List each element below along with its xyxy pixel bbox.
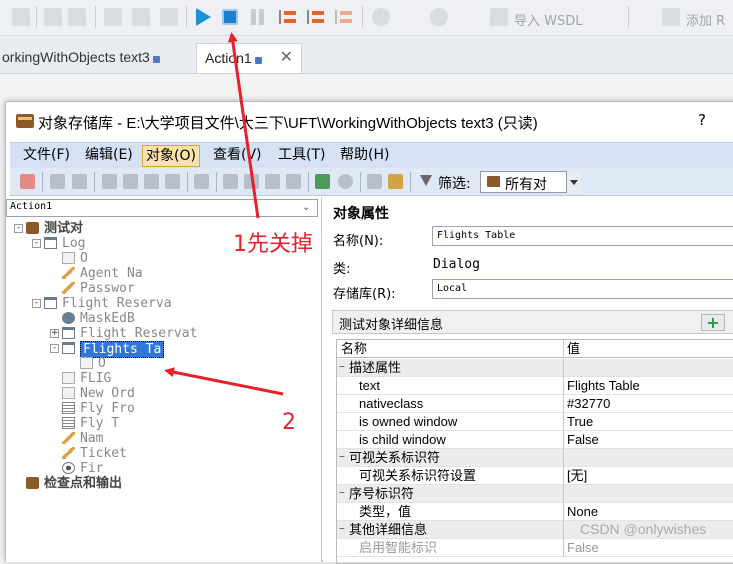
annotation-arrow-2	[164, 367, 284, 396]
annotation-step-2: 2	[282, 410, 296, 435]
annotation-arrow-1	[227, 32, 260, 219]
annotation-layer	[164, 32, 284, 396]
watermark: CSDN @onlywishes	[580, 521, 707, 537]
annotation-close-first: 1先关掉	[233, 232, 313, 257]
